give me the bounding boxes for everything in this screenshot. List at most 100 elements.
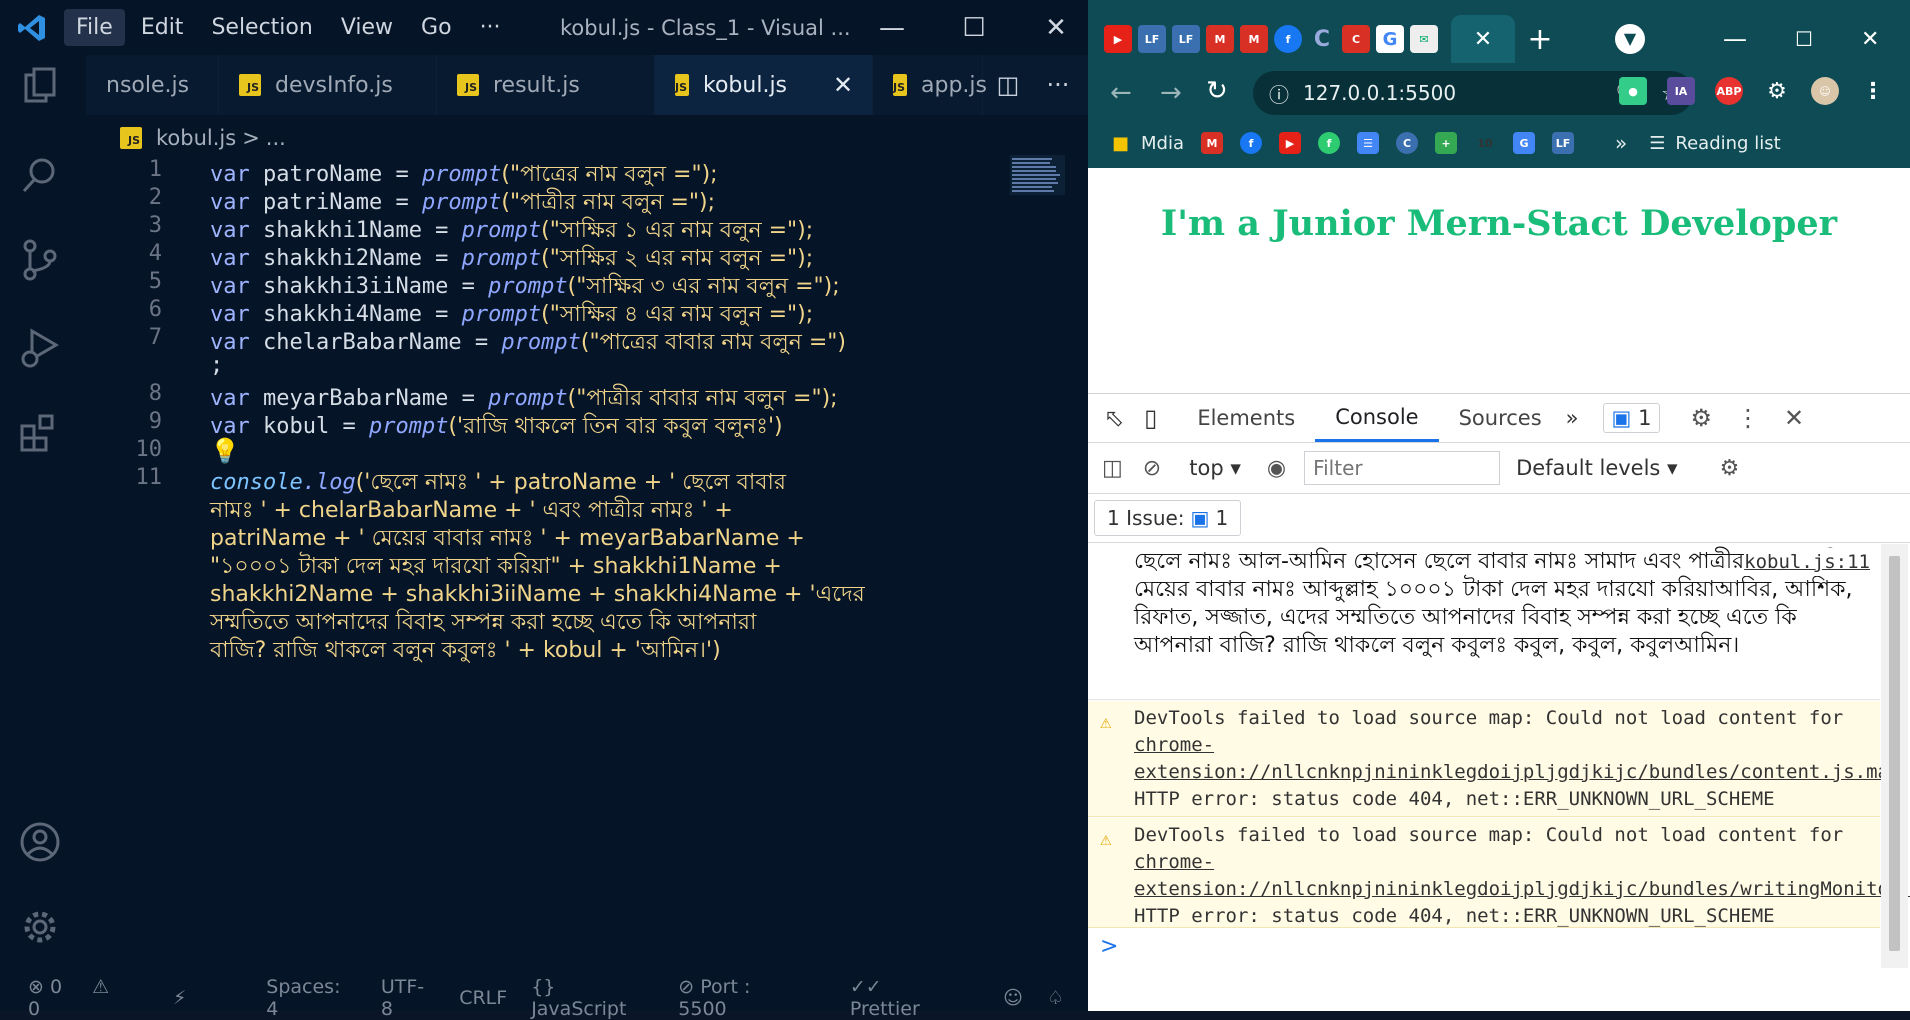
breadcrumb-rest[interactable]: ... bbox=[266, 126, 286, 150]
explorer-icon[interactable] bbox=[18, 65, 68, 115]
profile-avatar[interactable]: ☺ bbox=[1811, 77, 1839, 105]
console-settings-gear-icon[interactable]: ⚙ bbox=[1720, 456, 1740, 481]
breadcrumb-file[interactable]: kobul.js bbox=[156, 126, 236, 150]
adblock-icon[interactable]: ABP bbox=[1715, 77, 1743, 105]
account-icon[interactable] bbox=[18, 820, 68, 870]
minimize-icon[interactable]: — bbox=[852, 0, 932, 55]
status-port[interactable]: ⊘ Port : 5500 bbox=[678, 976, 826, 1020]
lwf-bookmark-icon[interactable]: LF bbox=[1552, 132, 1575, 154]
feedback-icon[interactable]: ☺ bbox=[1003, 987, 1023, 1009]
menu-edit[interactable]: Edit bbox=[129, 9, 196, 46]
tab-close-icon[interactable]: ✕ bbox=[833, 71, 853, 99]
tab-devsinfo[interactable]: JS devsInfo.js bbox=[219, 55, 437, 115]
issues-button[interactable]: 1 Issue: ▣ 1 bbox=[1094, 500, 1242, 536]
lwf-tab-icon[interactable]: LF bbox=[1172, 25, 1200, 53]
extensions-puzzle-icon[interactable]: ⚙ bbox=[1763, 77, 1791, 105]
console-prompt[interactable]: > bbox=[1088, 934, 1880, 964]
search-icon[interactable] bbox=[18, 153, 68, 203]
tab-search-icon[interactable]: ▼ bbox=[1615, 24, 1645, 54]
tab-app[interactable]: JS app.js bbox=[873, 55, 987, 115]
tab-console[interactable]: nsole.js bbox=[86, 55, 219, 115]
translate-bookmark-icon[interactable]: G bbox=[1513, 132, 1536, 154]
c-tab-icon[interactable]: C bbox=[1342, 25, 1370, 53]
log-source-link[interactable]: kobul.js:11 bbox=[1744, 548, 1870, 576]
active-tab[interactable]: ✕ bbox=[1451, 15, 1515, 63]
source-control-icon[interactable] bbox=[18, 238, 68, 288]
menu-view[interactable]: View bbox=[329, 9, 405, 46]
docs-bookmark-icon[interactable]: ☰ bbox=[1357, 132, 1380, 154]
facebook-bookmark-icon[interactable]: f bbox=[1240, 132, 1263, 154]
log-levels-dropdown[interactable]: Default levels ▾ bbox=[1516, 456, 1678, 480]
problems-indicator[interactable]: ⊗ 0 ⚠ 0 bbox=[28, 976, 149, 1020]
menu-go[interactable]: Go bbox=[409, 9, 464, 46]
split-editor-icon[interactable]: ◫ bbox=[997, 71, 1020, 99]
settings-gear-icon[interactable] bbox=[18, 905, 68, 955]
tab-result[interactable]: JS result.js bbox=[437, 55, 655, 115]
youtube-bookmark-icon[interactable]: ▶ bbox=[1279, 132, 1302, 154]
notifications-bell-icon[interactable]: ♤ bbox=[1047, 987, 1064, 1009]
google-tab-icon[interactable]: G bbox=[1376, 25, 1404, 53]
reading-list-icon[interactable]: ☰ bbox=[1649, 133, 1665, 154]
source-map-link[interactable]: chrome-extension://nllcnknpjnininklegdoi… bbox=[1134, 734, 1900, 783]
c-bookmark-icon[interactable]: C bbox=[1396, 132, 1419, 154]
run-debug-icon[interactable] bbox=[18, 325, 68, 375]
youtube-tab-icon[interactable]: ▶ bbox=[1104, 25, 1132, 53]
scrollbar-thumb[interactable] bbox=[1889, 556, 1900, 951]
tab-sources[interactable]: Sources bbox=[1439, 394, 1562, 442]
more-tabs-icon[interactable]: » bbox=[1566, 406, 1579, 430]
ten-bookmark-icon[interactable]: 10 bbox=[1474, 132, 1496, 154]
maximize-icon[interactable]: ☐ bbox=[934, 0, 1014, 55]
live-expression-eye-icon[interactable]: ◉ bbox=[1267, 456, 1286, 481]
status-encoding[interactable]: UTF-8 bbox=[381, 976, 435, 1020]
reading-list[interactable]: Reading list bbox=[1675, 133, 1780, 154]
mail-tab-icon[interactable]: ✉ bbox=[1410, 25, 1438, 53]
gmail-tab-icon[interactable]: M bbox=[1240, 25, 1268, 53]
close-icon[interactable]: ✕ bbox=[1861, 27, 1879, 52]
facebook-tab-icon[interactable]: f bbox=[1274, 25, 1302, 53]
issues-badge[interactable]: ▣ 1 bbox=[1602, 403, 1661, 433]
reload-icon[interactable]: ↻ bbox=[1206, 76, 1228, 106]
new-tab-icon[interactable]: + bbox=[1515, 22, 1565, 57]
more-bookmarks-icon[interactable]: » bbox=[1615, 131, 1627, 155]
tab-close-icon[interactable]: ✕ bbox=[1474, 27, 1492, 52]
lwf-tab-icon[interactable]: LF bbox=[1138, 25, 1166, 53]
close-icon[interactable]: ✕ bbox=[1016, 0, 1096, 55]
console-scrollbar[interactable] bbox=[1881, 544, 1908, 968]
sidebar-toggle-icon[interactable]: ◫ bbox=[1102, 456, 1123, 481]
more-actions-icon[interactable]: ··· bbox=[1046, 71, 1069, 99]
bookmark-icon[interactable]: f bbox=[1318, 132, 1341, 154]
close-devtools-icon[interactable]: ✕ bbox=[1784, 404, 1804, 432]
maximize-icon[interactable]: ☐ bbox=[1795, 27, 1813, 51]
settings-gear-icon[interactable]: ⚙ bbox=[1690, 404, 1712, 432]
status-language[interactable]: {} JavaScript bbox=[531, 976, 654, 1020]
context-selector[interactable]: top ▾ bbox=[1189, 456, 1241, 480]
device-toolbar-icon[interactable]: ▯ bbox=[1144, 404, 1157, 432]
gmail-tab-icon[interactable]: M bbox=[1206, 25, 1234, 53]
clear-console-icon[interactable]: ⊘ bbox=[1143, 456, 1161, 481]
menu-selection[interactable]: Selection bbox=[199, 9, 324, 46]
tab-console[interactable]: Console bbox=[1315, 394, 1439, 442]
menu-more[interactable]: ··· bbox=[468, 9, 513, 46]
back-icon[interactable]: ← bbox=[1110, 78, 1132, 108]
inspect-element-icon[interactable]: ⬁ bbox=[1104, 404, 1124, 432]
tab-kobul[interactable]: JS kobul.js ✕ bbox=[655, 55, 873, 115]
lightning-icon[interactable]: ⚡ bbox=[173, 987, 186, 1009]
loading-tab-icon[interactable]: C bbox=[1308, 25, 1336, 53]
lightbulb-icon[interactable]: 💡 bbox=[210, 437, 240, 465]
tab-elements[interactable]: Elements bbox=[1177, 394, 1315, 442]
status-prettier[interactable]: ✓✓ Prettier bbox=[850, 976, 979, 1020]
minimap[interactable] bbox=[1010, 155, 1065, 195]
minimize-icon[interactable]: — bbox=[1723, 25, 1747, 53]
extension-icon[interactable]: ● bbox=[1619, 77, 1647, 105]
status-eol[interactable]: CRLF bbox=[459, 987, 507, 1009]
chrome-menu-icon[interactable]: ⋮ bbox=[1859, 77, 1887, 105]
menu-file[interactable]: File bbox=[64, 9, 125, 46]
source-map-link[interactable]: chrome-extension://nllcnknpjnininklegdoi… bbox=[1134, 851, 1910, 900]
plus-bookmark-icon[interactable]: + bbox=[1435, 132, 1458, 154]
gmail-bookmark-icon[interactable]: M bbox=[1201, 132, 1224, 154]
filter-input[interactable] bbox=[1304, 451, 1501, 485]
ia-extension-icon[interactable]: IA bbox=[1667, 77, 1695, 105]
extensions-icon[interactable] bbox=[18, 410, 68, 460]
bookmark-mdia[interactable]: Mdia bbox=[1141, 133, 1184, 154]
status-spaces[interactable]: Spaces: 4 bbox=[266, 976, 357, 1020]
